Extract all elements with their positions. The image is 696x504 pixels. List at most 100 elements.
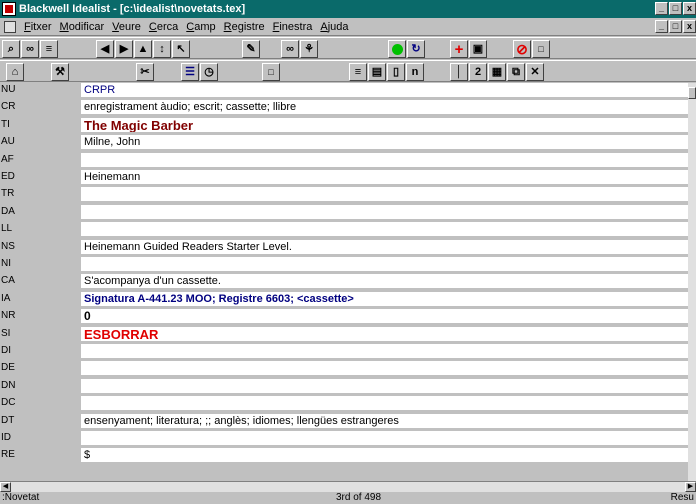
previous-record-button[interactable]: ◀ (96, 40, 114, 58)
field-value[interactable]: 0 (81, 309, 688, 325)
up-down-icon[interactable]: ↕ (153, 40, 171, 58)
vertical-scrollbar[interactable] (688, 83, 696, 481)
n-icon[interactable]: n (406, 63, 424, 81)
pen-icon[interactable]: ✎ (242, 40, 260, 58)
field-row-ll: LL (0, 222, 688, 238)
scroll-thumb[interactable] (688, 87, 696, 99)
field-value[interactable]: CRPR (81, 83, 688, 98)
note-icon[interactable]: ▤ (368, 63, 386, 81)
field-value[interactable] (81, 431, 688, 446)
field-value[interactable]: ensenyament; literatura; ;; anglès; idio… (81, 413, 688, 429)
menu-cerca[interactable]: Cerca (145, 21, 182, 33)
form-icon[interactable]: ☰ (181, 63, 199, 81)
small-box-icon[interactable]: □ (262, 63, 280, 81)
link-icon[interactable]: ∞ (281, 40, 299, 58)
stop-icon[interactable]: □ (532, 40, 550, 58)
up-icon[interactable]: ▲ (134, 40, 152, 58)
status-bar: :Novetat 3rd of 498 Resu (0, 492, 696, 504)
field-value[interactable] (81, 187, 688, 203)
field-code: NR (1, 310, 16, 322)
field-value[interactable] (81, 378, 688, 394)
field-row-ni: NI (0, 257, 688, 273)
field-code: IA (1, 292, 11, 304)
field-row-cr: CR enregistrament àudio; escrit; cassette… (0, 100, 688, 116)
field-value[interactable] (81, 257, 688, 272)
field-code: RE (1, 449, 15, 461)
tools-icon[interactable]: ⚒ (51, 63, 69, 81)
menu-registre[interactable]: Registre (220, 21, 269, 33)
field-value[interactable]: Signatura A-441.23 MOO; Registre 6603; <… (81, 291, 688, 307)
status-mode: Resu (670, 492, 694, 503)
field-code: AF (1, 153, 14, 165)
stack-icon[interactable]: ▦ (488, 63, 506, 81)
field-code: TI (1, 118, 10, 130)
field-row-au: AU Milne, John (0, 135, 688, 151)
cross-icon[interactable]: ✕ (526, 63, 544, 81)
doc-minimize-button[interactable]: _ (655, 20, 668, 33)
cursor-icon[interactable]: ↖ (172, 40, 190, 58)
shield-icon[interactable]: ⚘ (300, 40, 318, 58)
field-value[interactable] (81, 361, 688, 377)
green-status-icon[interactable] (388, 40, 406, 58)
two-icon[interactable]: 2 (469, 63, 487, 81)
add-record-icon[interactable]: + (450, 40, 468, 58)
refresh-icon[interactable]: ↻ (407, 40, 425, 58)
field-value[interactable]: $ (81, 448, 688, 464)
close-button[interactable]: x (683, 2, 696, 15)
field-value[interactable]: Milne, John (81, 135, 688, 151)
field-value[interactable]: S'acompanya d'un cassette. (81, 274, 688, 290)
scroll-left-icon[interactable]: ◀ (0, 482, 11, 492)
toolbar-navigation: ⌕ ∞ ≡ ◀ ▶ ▲ ↕ ↖ ✎ ∞ ⚘ ↻ + ▣ ⊘ □ (0, 37, 696, 59)
field-value[interactable]: enregistrament àudio; escrit; cassette; … (81, 100, 688, 116)
menu-camp[interactable]: Camp (182, 21, 219, 33)
menu-ajuda[interactable]: Ajuda (316, 21, 352, 33)
thermometer-icon[interactable]: │ (450, 63, 468, 81)
clock-icon[interactable]: ◷ (200, 63, 218, 81)
field-value[interactable] (81, 204, 688, 220)
list-icon[interactable]: ≡ (40, 40, 58, 58)
document-window-controls: _ □ x (655, 20, 696, 33)
copy-icon[interactable]: ⧉ (507, 63, 525, 81)
field-code: NI (1, 258, 11, 269)
title-bar: Blackwell Idealist - [c:\idealist\noveta… (0, 0, 696, 18)
menu-finestra[interactable]: Finestra (269, 21, 317, 33)
field-value[interactable] (81, 152, 688, 168)
app-icon[interactable] (2, 2, 16, 16)
home-icon[interactable]: ⌂ (6, 63, 24, 81)
page-icon[interactable]: ▯ (387, 63, 405, 81)
horizontal-scrollbar[interactable]: ◀ ▶ (0, 481, 696, 492)
field-code: ED (1, 171, 15, 182)
binoculars-icon[interactable]: ∞ (21, 40, 39, 58)
next-record-button[interactable]: ▶ (115, 40, 133, 58)
field-row-si: SI ESBORRAR (0, 326, 688, 343)
field-value[interactable]: Heinemann Guided Readers Starter Level. (81, 239, 688, 255)
doc-close-button[interactable]: x (683, 20, 696, 33)
field-value[interactable]: ESBORRAR (81, 326, 688, 342)
field-row-nu: NU CRPR (0, 83, 688, 99)
document-icon[interactable] (4, 20, 16, 33)
lines-icon[interactable]: ≡ (349, 63, 367, 81)
field-value[interactable] (81, 222, 688, 238)
menu-modificar[interactable]: Modificar (56, 21, 109, 33)
restore-button[interactable]: □ (669, 2, 682, 15)
field-value[interactable] (81, 344, 688, 359)
menu-fitxer[interactable]: Fitxer (20, 21, 56, 33)
minimize-button[interactable]: _ (655, 2, 668, 15)
field-code: NS (1, 240, 15, 252)
field-row-ca: CA S'acompanya d'un cassette. (0, 274, 688, 290)
status-database: :Novetat (2, 492, 40, 503)
doc-restore-button[interactable]: □ (669, 20, 682, 33)
window-title: Blackwell Idealist - [c:\idealist\noveta… (19, 3, 246, 15)
scissors-icon[interactable]: ✂ (136, 63, 154, 81)
scroll-right-icon[interactable]: ▶ (685, 482, 696, 492)
field-value[interactable]: The Magic Barber (81, 117, 688, 133)
field-value[interactable]: Heinemann (81, 170, 688, 185)
field-value[interactable] (81, 396, 688, 412)
no-entry-icon[interactable]: ⊘ (513, 40, 531, 58)
field-row-dc: DC (0, 396, 688, 412)
field-row-di: DI (0, 344, 688, 360)
menu-veure[interactable]: Veure (108, 21, 145, 33)
search-icon[interactable]: ⌕ (2, 40, 20, 58)
field-row-ti: TI The Magic Barber (0, 117, 688, 134)
camera-icon[interactable]: ▣ (469, 40, 487, 58)
